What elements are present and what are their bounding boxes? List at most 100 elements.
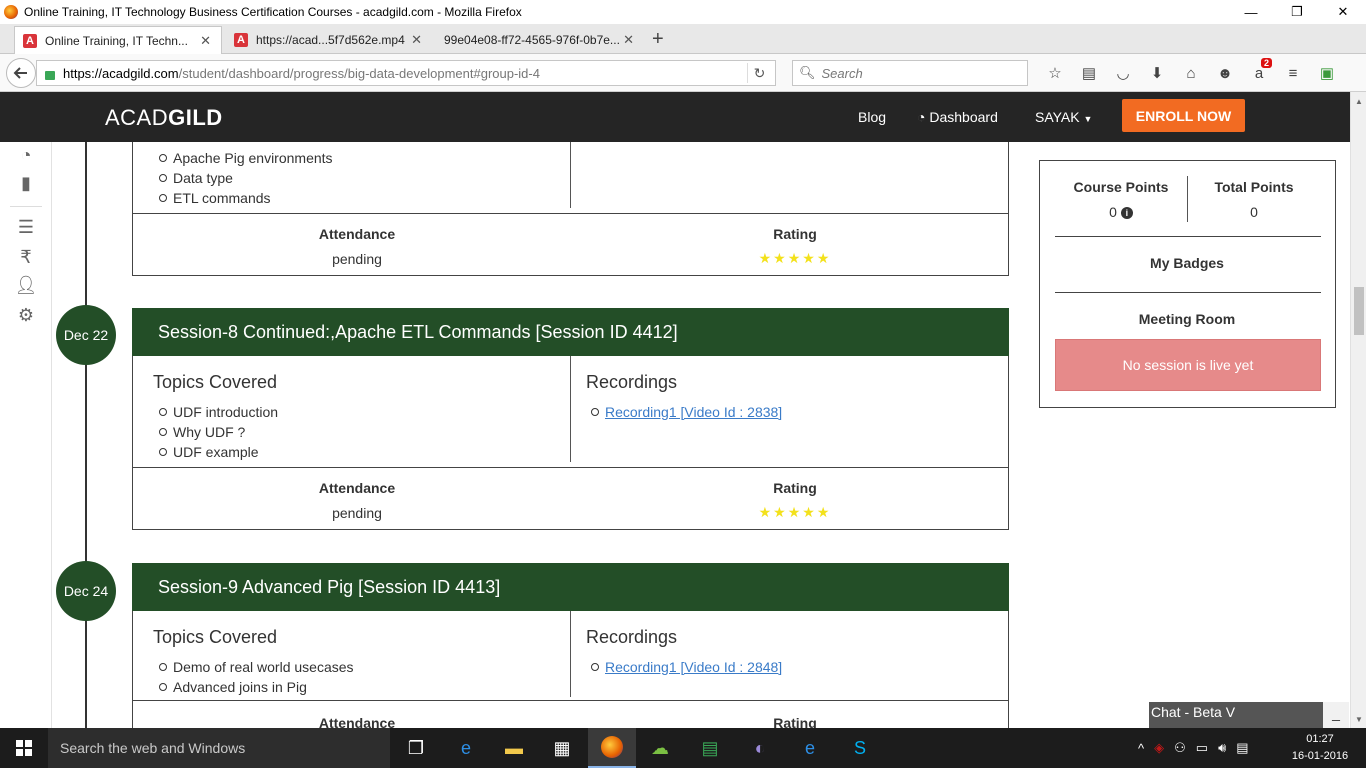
- pocket-icon[interactable]: ◡: [1106, 62, 1140, 84]
- toolbar-icons: ☆ ▤ ◡ ⬇ ⌂ ☻ a2 ≡ ▣: [1038, 58, 1344, 84]
- scrollbar-thumb[interactable]: [1354, 287, 1364, 335]
- skype-icon[interactable]: S: [836, 728, 884, 768]
- volume-icon[interactable]: 🔊︎: [1218, 740, 1226, 756]
- topic-item: Data type: [155, 168, 333, 188]
- attendance-value: pending: [332, 505, 382, 521]
- task-view-icon[interactable]: ❐: [392, 728, 440, 768]
- tab-label: Online Training, IT Techn...: [45, 33, 188, 48]
- notepad-icon[interactable]: ▤: [686, 728, 734, 768]
- chat-minimize-button[interactable]: _: [1323, 702, 1349, 728]
- people-icon[interactable]: ⚇: [1174, 740, 1186, 756]
- page-scrollbar[interactable]: ▲ ▼: [1350, 92, 1366, 728]
- caret-down-icon: ▼: [1083, 114, 1093, 124]
- topic-item: Apache Pig environments: [155, 148, 333, 168]
- extension-icon[interactable]: ▣: [1310, 62, 1344, 84]
- tab-close-icon[interactable]: ✕: [200, 33, 211, 49]
- tab-file[interactable]: 99e04e08-ff72-4565-976f-0b7e... ✕: [436, 26, 644, 54]
- close-window-button[interactable]: ✕: [1320, 0, 1366, 24]
- attendance-row: Attendance pending Rating ★★★★★: [132, 213, 1009, 276]
- user-icon[interactable]: 👤︎: [14, 274, 38, 296]
- acadgild-logo[interactable]: ACADGILD: [105, 105, 223, 131]
- clock-date: 16-01-2016: [1291, 750, 1349, 762]
- chat-widget[interactable]: Chat - Beta V _: [1149, 702, 1349, 728]
- search-input[interactable]: 🔍︎ Search: [792, 60, 1028, 86]
- navigation-bar: https://acadgild.com/student/dashboard/p…: [0, 54, 1366, 92]
- topic-item: Demo of real world usecases: [155, 657, 354, 677]
- store-icon[interactable]: ▦: [538, 728, 586, 768]
- rupee-icon[interactable]: ₹: [14, 246, 38, 268]
- user-menu[interactable]: SAYAK ▼: [1035, 109, 1092, 125]
- menu-icon[interactable]: ≡: [1276, 62, 1310, 84]
- hello-chat-icon[interactable]: ☻: [1208, 62, 1242, 84]
- gear-icon[interactable]: ⚙: [14, 304, 38, 326]
- blog-link[interactable]: Blog: [858, 109, 886, 125]
- enroll-now-button[interactable]: ENROLL NOW: [1122, 99, 1245, 132]
- panel-divider: [1055, 292, 1321, 293]
- network-icon[interactable]: ▭: [1196, 740, 1208, 756]
- document-icon[interactable]: ▮: [14, 172, 38, 194]
- attendance-row: Attendance pending Rating ★★★★★: [132, 467, 1009, 530]
- minimize-button[interactable]: —: [1228, 0, 1274, 24]
- recording-link[interactable]: Recording1 [Video Id : 2838]: [605, 404, 782, 420]
- dashboard-label: Dashboard: [929, 109, 998, 125]
- file-explorer-icon[interactable]: ▬: [490, 728, 538, 768]
- topics-column: Topics Covered UDF introduction Why UDF …: [133, 356, 571, 462]
- attendance-label: Attendance: [318, 480, 396, 496]
- maximize-button[interactable]: ❐: [1274, 0, 1320, 24]
- recording-link[interactable]: Recording1 [Video Id : 2848]: [605, 659, 782, 675]
- acadgild-favicon-icon: A: [23, 33, 37, 48]
- tab-close-icon[interactable]: ✕: [411, 32, 422, 48]
- window-titlebar: Online Training, IT Technology Business …: [0, 0, 1366, 24]
- taskbar-search[interactable]: Search the web and Windows: [48, 728, 390, 768]
- attendance-row: Attendance Rating: [132, 700, 1009, 731]
- addon-badge: 2: [1260, 58, 1272, 68]
- home-icon[interactable]: ⌂: [1174, 62, 1208, 84]
- session-header: Session-8 Continued:,Apache ETL Commands…: [132, 308, 1009, 356]
- session-topics-card: Apache Pig environments Data type ETL co…: [132, 142, 1009, 214]
- show-hidden-icon[interactable]: ^: [1138, 741, 1144, 756]
- tab-close-icon[interactable]: ✕: [623, 32, 634, 48]
- back-button[interactable]: [6, 58, 36, 88]
- site-header: ACADGILD Blog ◔ Dashboard SAYAK ▼ ENROLL…: [0, 92, 1350, 142]
- lock-icon: [45, 70, 55, 80]
- tab-acadgild[interactable]: A Online Training, IT Techn... ✕: [14, 26, 222, 54]
- rating-stars[interactable]: ★★★★★: [695, 504, 895, 521]
- reading-list-icon[interactable]: ▤: [1072, 62, 1106, 84]
- mcafee-icon[interactable]: ◈: [1154, 740, 1164, 756]
- logo-bold: GILD: [168, 105, 223, 130]
- download-icon[interactable]: ⬇: [1140, 62, 1174, 84]
- no-session-banner: No session is live yet: [1055, 339, 1321, 391]
- firefox-taskbar-icon[interactable]: [588, 728, 636, 768]
- left-sidebar: ◔ ▮ ☰ ₹ 👤︎ ⚙: [0, 142, 52, 728]
- info-icon[interactable]: i: [1120, 207, 1133, 220]
- topic-item: Why UDF ?: [155, 422, 278, 442]
- dashboard-gauge-icon[interactable]: ◔: [14, 144, 38, 166]
- url-bar[interactable]: https://acadgild.com/student/dashboard/p…: [36, 60, 776, 86]
- app-icon[interactable]: ☁: [636, 728, 684, 768]
- eclipse-icon[interactable]: ◐: [736, 728, 784, 768]
- rating-stars[interactable]: ★★★★★: [695, 250, 895, 267]
- course-points-label: Course Points: [1073, 179, 1169, 195]
- recording-item: Recording1 [Video Id : 2838]: [587, 402, 782, 422]
- tab-video[interactable]: A https://acad...5f7d562e.mp4 ✕: [226, 26, 432, 54]
- edge-icon[interactable]: e: [786, 728, 834, 768]
- taskbar-clock[interactable]: 01:27 16-01-2016: [1290, 731, 1350, 765]
- new-tab-button[interactable]: +: [652, 28, 664, 51]
- scroll-up-icon[interactable]: ▲: [1351, 94, 1366, 108]
- amazon-addon-icon[interactable]: a2: [1242, 58, 1276, 84]
- start-button[interactable]: [0, 728, 48, 768]
- internet-explorer-icon[interactable]: e: [442, 728, 490, 768]
- course-points-number: 0: [1109, 204, 1117, 220]
- tab-label: https://acad...5f7d562e.mp4: [256, 33, 405, 47]
- bookmark-star-icon[interactable]: ☆: [1038, 62, 1072, 84]
- session-topics-card: Topics Covered Demo of real world usecas…: [132, 611, 1009, 701]
- scroll-down-icon[interactable]: ▼: [1351, 712, 1366, 726]
- rating-label: Rating: [773, 226, 817, 242]
- dashboard-link[interactable]: ◔ Dashboard: [917, 109, 998, 125]
- notification-icon[interactable]: ▤: [1236, 740, 1248, 756]
- tab-label: 99e04e08-ff72-4565-976f-0b7e...: [444, 33, 620, 47]
- clock-time: 01:27: [1306, 733, 1334, 745]
- list-icon[interactable]: ☰: [14, 216, 38, 238]
- reload-icon[interactable]: ↻: [747, 63, 771, 83]
- topic-item: UDF introduction: [155, 402, 278, 422]
